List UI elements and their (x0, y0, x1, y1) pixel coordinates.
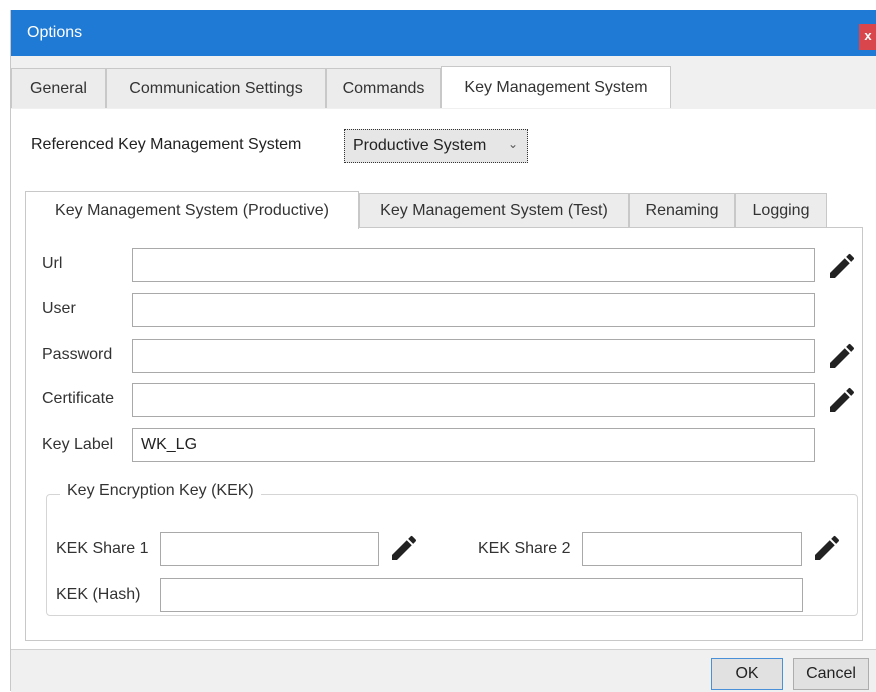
kek-group-title: Key Encryption Key (KEK) (60, 482, 261, 500)
user-label: User (42, 300, 76, 317)
edit-password-pencil-icon[interactable] (826, 340, 858, 372)
referenced-kms-label: Referenced Key Management System (31, 136, 302, 153)
tab-general[interactable]: General (11, 68, 106, 108)
user-input[interactable] (132, 293, 815, 327)
referenced-kms-dropdown[interactable]: Productive System ⌄ (344, 129, 528, 163)
referenced-kms-value: Productive System (353, 137, 487, 154)
chevron-down-icon: ⌄ (507, 137, 518, 151)
ok-button[interactable]: OK (711, 658, 783, 690)
cancel-button[interactable]: Cancel (793, 658, 869, 690)
url-label: Url (42, 255, 63, 272)
password-label: Password (42, 346, 113, 363)
subtab-kms-productive[interactable]: Key Management System (Productive) (25, 191, 359, 229)
kms-productive-panel: Url User Password Certificate Key Label … (25, 227, 863, 641)
tab-communication-settings[interactable]: Communication Settings (106, 68, 326, 108)
kek-share1-label: KEK Share 1 (56, 540, 149, 557)
close-button[interactable]: x (859, 24, 876, 50)
subtab-logging[interactable]: Logging (735, 193, 827, 228)
kek-hash-label: KEK (Hash) (56, 586, 141, 603)
kek-share2-label: KEK Share 2 (478, 540, 571, 557)
password-input[interactable] (132, 339, 815, 373)
key-label-label: Key Label (42, 436, 114, 453)
certificate-label: Certificate (42, 390, 115, 407)
kek-share2-input[interactable] (582, 532, 802, 566)
subtab-renaming[interactable]: Renaming (629, 193, 735, 228)
url-input[interactable] (132, 248, 815, 282)
certificate-input[interactable] (132, 383, 815, 417)
edit-kek-share2-pencil-icon[interactable] (811, 532, 843, 564)
edit-kek-share1-pencil-icon[interactable] (388, 532, 420, 564)
kms-sub-tab-strip: Key Management System (Productive) Key M… (25, 191, 863, 229)
main-tab-strip: General Communication Settings Commands … (11, 66, 876, 110)
edit-url-pencil-icon[interactable] (826, 250, 858, 282)
title-bar: Options x (11, 10, 876, 56)
kek-hash-input[interactable] (160, 578, 803, 612)
subtab-kms-test[interactable]: Key Management System (Test) (359, 193, 629, 228)
tab-commands[interactable]: Commands (326, 68, 441, 108)
kek-share1-input[interactable] (160, 532, 379, 566)
edit-certificate-pencil-icon[interactable] (826, 384, 858, 416)
window-title: Options (27, 24, 83, 41)
key-management-system-page: Referenced Key Management System Product… (11, 109, 876, 649)
tab-key-management-system[interactable]: Key Management System (441, 66, 671, 108)
options-dialog: Options x General Communication Settings… (10, 10, 876, 692)
dialog-footer: OK Cancel (11, 649, 876, 692)
key-label-input[interactable]: WK_LG (132, 428, 815, 462)
